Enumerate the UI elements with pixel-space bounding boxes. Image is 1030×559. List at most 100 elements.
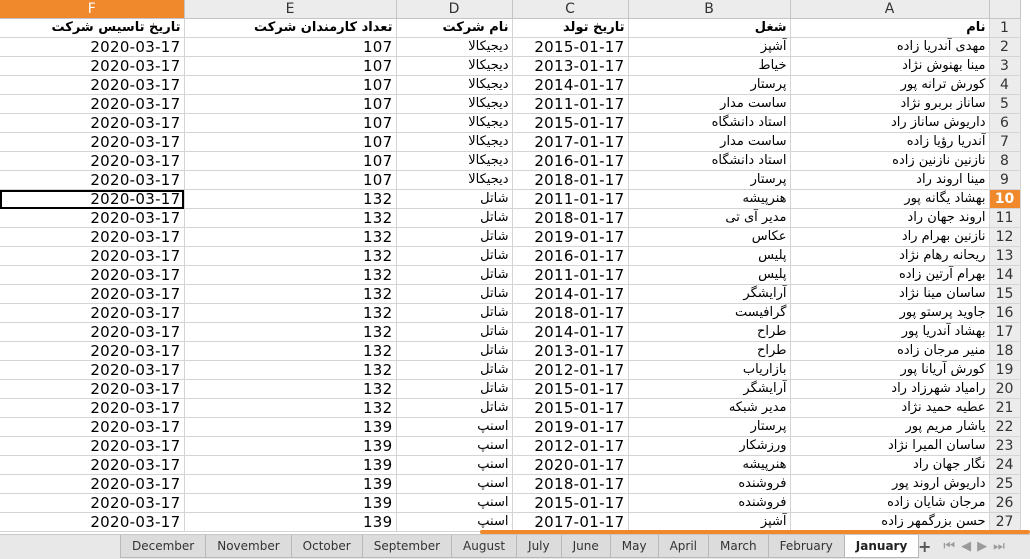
- cell-f[interactable]: 2020-03-17: [0, 455, 185, 475]
- cell-a[interactable]: منیر مرجان زاده: [790, 341, 990, 361]
- cell-c[interactable]: 2014-01-17: [512, 284, 629, 304]
- cell-c[interactable]: 2012-01-17: [512, 436, 629, 456]
- row-header[interactable]: 8: [989, 151, 1021, 171]
- cell-a[interactable]: اروند جهان راد: [790, 208, 990, 228]
- previous-sheet-icon[interactable]: ◀: [961, 539, 971, 554]
- cell-b[interactable]: طراح: [628, 322, 791, 342]
- cell-c[interactable]: 2013-01-17: [512, 341, 629, 361]
- cell-d[interactable]: شاتل: [396, 189, 513, 209]
- cell-f[interactable]: 2020-03-17: [0, 246, 185, 266]
- cell-e[interactable]: 139: [184, 417, 397, 437]
- cell-c[interactable]: 2011-01-17: [512, 189, 629, 209]
- cell-b[interactable]: فروشنده: [628, 474, 791, 494]
- cell-f[interactable]: 2020-03-17: [0, 132, 185, 152]
- cell-b[interactable]: پلیس: [628, 246, 791, 266]
- select-all-corner[interactable]: [989, 0, 1021, 19]
- cell-d[interactable]: شاتل: [396, 379, 513, 399]
- cell-c[interactable]: 2017-01-17: [512, 132, 629, 152]
- cell-e[interactable]: 132: [184, 398, 397, 418]
- cell-e[interactable]: 132: [184, 303, 397, 323]
- cell-c[interactable]: 2016-01-17: [512, 151, 629, 171]
- cell-a[interactable]: بهشاد یگانه پور: [790, 189, 990, 209]
- cell-f[interactable]: 2020-03-17: [0, 474, 185, 494]
- cell-a[interactable]: نام: [790, 18, 990, 38]
- cell-b[interactable]: خیاط: [628, 56, 791, 76]
- cell-c[interactable]: 2013-01-17: [512, 56, 629, 76]
- column-header-f[interactable]: F: [0, 0, 185, 19]
- cell-b[interactable]: فروشنده: [628, 493, 791, 513]
- sheet-tab-august[interactable]: August: [451, 535, 518, 558]
- row-header[interactable]: 19: [989, 360, 1021, 380]
- spreadsheet-grid[interactable]: FEDCBA تاریخ تاسیس شرکت تعداد کارمندان شر…: [0, 0, 1030, 532]
- cell-a[interactable]: ساسان المیرا نژاد: [790, 436, 990, 456]
- cell-b[interactable]: بازاریاب: [628, 360, 791, 380]
- cell-f[interactable]: 2020-03-17: [0, 208, 185, 228]
- cell-e[interactable]: 107: [184, 132, 397, 152]
- cell-e[interactable]: تعداد کارمندان شرکت: [184, 18, 397, 38]
- sheet-tab-july[interactable]: July: [516, 535, 562, 558]
- sheet-tab-january[interactable]: January: [843, 535, 920, 558]
- cell-c[interactable]: 2018-01-17: [512, 208, 629, 228]
- cell-a[interactable]: ساسان مینا نژاد: [790, 284, 990, 304]
- cell-b[interactable]: پرستار: [628, 417, 791, 437]
- sheet-tab-february[interactable]: February: [767, 535, 845, 558]
- cell-d[interactable]: شاتل: [396, 265, 513, 285]
- cell-e[interactable]: 107: [184, 170, 397, 190]
- cell-f[interactable]: تاریخ تاسیس شرکت: [0, 18, 185, 38]
- cell-e[interactable]: 132: [184, 284, 397, 304]
- cell-d[interactable]: شاتل: [396, 341, 513, 361]
- cell-c[interactable]: 2014-01-17: [512, 75, 629, 95]
- cell-c[interactable]: 2015-01-17: [512, 379, 629, 399]
- cell-d[interactable]: اسنپ: [396, 436, 513, 456]
- cell-a[interactable]: مینا بهنوش نژاد: [790, 56, 990, 76]
- cell-d[interactable]: شاتل: [396, 360, 513, 380]
- row-header[interactable]: 11: [989, 208, 1021, 228]
- cell-c[interactable]: 2020-01-17: [512, 455, 629, 475]
- cell-b[interactable]: ساست مدار: [628, 94, 791, 114]
- cell-f[interactable]: 2020-03-17: [0, 303, 185, 323]
- cell-e[interactable]: 132: [184, 265, 397, 285]
- row-header[interactable]: 7: [989, 132, 1021, 152]
- cell-a[interactable]: جاوید پرستو پور: [790, 303, 990, 323]
- sheet-tab-december[interactable]: December: [120, 535, 207, 558]
- cell-e[interactable]: 107: [184, 94, 397, 114]
- next-sheet-icon[interactable]: ▶: [977, 539, 987, 554]
- cell-d[interactable]: دیجیکالا: [396, 113, 513, 133]
- cell-c[interactable]: 2015-01-17: [512, 398, 629, 418]
- cell-a[interactable]: ریحانه رهام نژاد: [790, 246, 990, 266]
- cell-b[interactable]: هنرپیشه: [628, 189, 791, 209]
- row-header[interactable]: 6: [989, 113, 1021, 133]
- row-header[interactable]: 26: [989, 493, 1021, 513]
- cell-d[interactable]: شاتل: [396, 208, 513, 228]
- cell-f[interactable]: 2020-03-17: [0, 398, 185, 418]
- cell-b[interactable]: استاد دانشگاه: [628, 113, 791, 133]
- cell-f[interactable]: 2020-03-17: [0, 56, 185, 76]
- cell-a[interactable]: کورش ترانه پور: [790, 75, 990, 95]
- cell-c[interactable]: 2019-01-17: [512, 417, 629, 437]
- cell-d[interactable]: اسنپ: [396, 512, 513, 532]
- cell-f[interactable]: 2020-03-17: [0, 436, 185, 456]
- cell-d[interactable]: اسنپ: [396, 474, 513, 494]
- cell-f[interactable]: 2020-03-17: [0, 493, 185, 513]
- cell-c[interactable]: 2015-01-17: [512, 37, 629, 57]
- column-header-c[interactable]: C: [512, 0, 629, 19]
- cell-a[interactable]: بهشاد آندریا پور: [790, 322, 990, 342]
- sheet-tab-march[interactable]: March: [708, 535, 769, 558]
- row-header[interactable]: 2: [989, 37, 1021, 57]
- cell-a[interactable]: ساناز بربرو نژاد: [790, 94, 990, 114]
- row-header[interactable]: 27: [989, 512, 1021, 532]
- cell-e[interactable]: 132: [184, 246, 397, 266]
- row-header[interactable]: 25: [989, 474, 1021, 494]
- cell-b[interactable]: هنرپیشه: [628, 455, 791, 475]
- column-header-d[interactable]: D: [396, 0, 513, 19]
- cell-a[interactable]: نازنین نازنین زاده: [790, 151, 990, 171]
- cell-b[interactable]: آرایشگر: [628, 284, 791, 304]
- cell-e[interactable]: 139: [184, 436, 397, 456]
- cell-a[interactable]: مینا اروند راد: [790, 170, 990, 190]
- cell-a[interactable]: عطیه حمید نژاد: [790, 398, 990, 418]
- column-header-b[interactable]: B: [628, 0, 791, 19]
- cell-a[interactable]: کورش آریانا پور: [790, 360, 990, 380]
- cell-f[interactable]: 2020-03-17: [0, 170, 185, 190]
- cell-f[interactable]: 2020-03-17: [0, 284, 185, 304]
- cell-d[interactable]: دیجیکالا: [396, 170, 513, 190]
